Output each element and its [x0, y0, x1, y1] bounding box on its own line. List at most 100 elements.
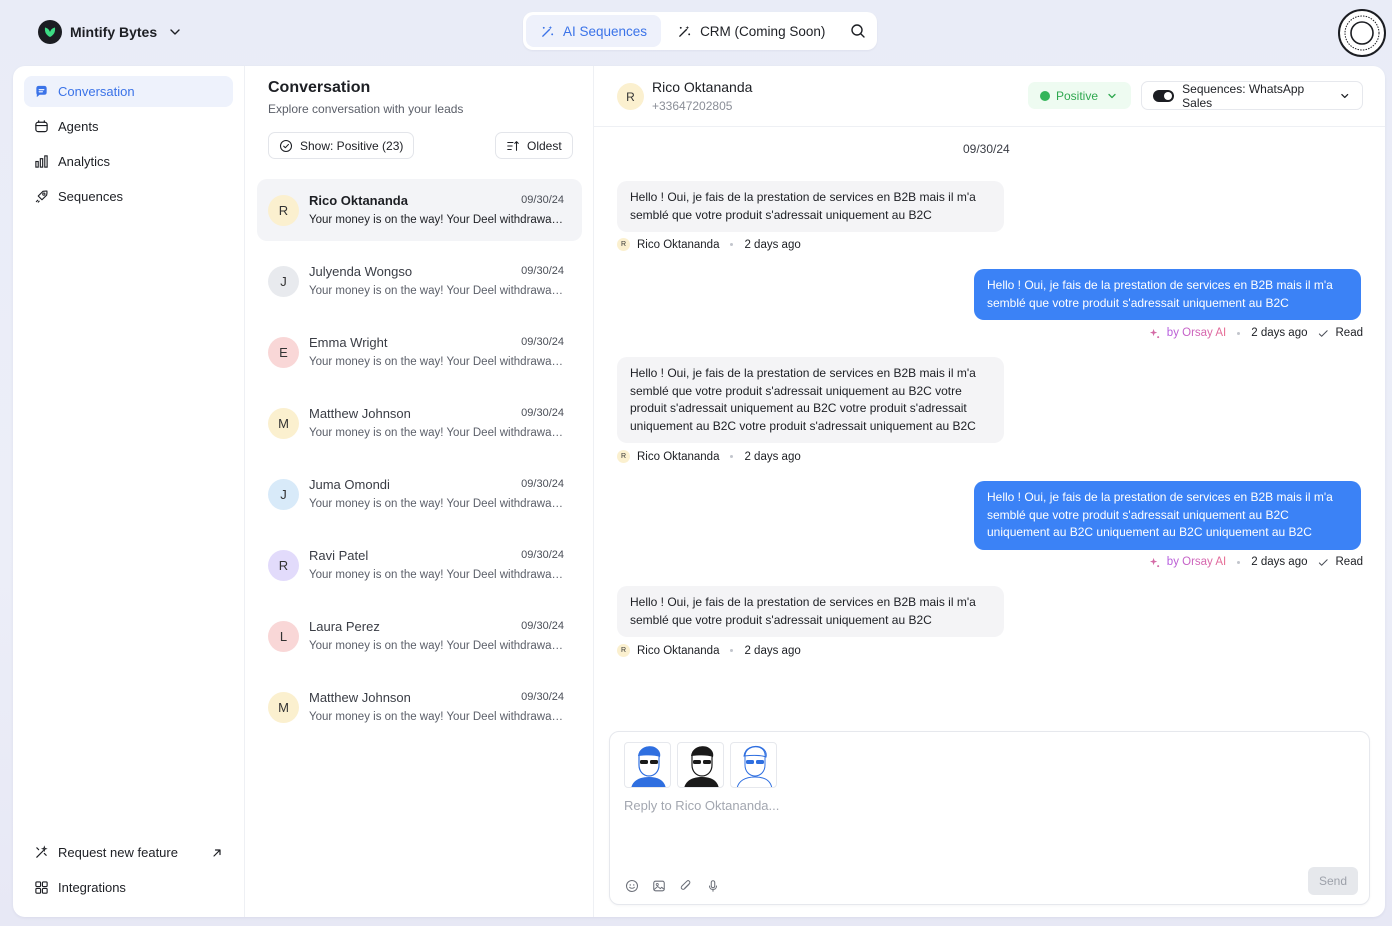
check-circle-icon — [279, 139, 293, 152]
conversation-preview: Your money is on the way! Your Deel with… — [309, 640, 565, 652]
contact-phone: +33647202805 — [652, 99, 733, 113]
conversation-item[interactable]: R Ravi Patel 09/30/24 Your money is on t… — [257, 534, 582, 596]
conversation-item[interactable]: R Rico Oktananda 09/30/24 Your money is … — [257, 179, 582, 241]
conversation-name: Matthew Johnson — [309, 406, 411, 421]
conversation-preview: Your money is on the way! Your Deel with… — [309, 711, 565, 723]
read-check-icon — [1318, 329, 1328, 337]
attachment-icon[interactable] — [679, 879, 693, 893]
conversation-name: Ravi Patel — [309, 548, 369, 563]
sidebar-item-sequences[interactable]: Sequences — [24, 181, 233, 212]
sidebar-item-label: Sequences — [58, 189, 124, 204]
brand-logo-icon — [38, 20, 62, 44]
agent-avatar-black[interactable] — [677, 742, 724, 788]
conversation-item[interactable]: M Matthew Johnson 09/30/24 Your money is… — [257, 676, 582, 738]
image-icon[interactable] — [652, 879, 666, 893]
conversation-item[interactable]: J Julyenda Wongso 09/30/24 Your money is… — [257, 250, 582, 312]
conversation-preview: Your money is on the way! Your Deel with… — [309, 498, 565, 510]
composer-toolbar — [625, 879, 720, 893]
message-bubble-incoming: Hello ! Oui, je fais de la prestation de… — [617, 357, 1004, 443]
status-dot-icon — [1040, 90, 1050, 101]
magic-wand-icon — [679, 25, 691, 37]
avatar: M — [268, 408, 299, 439]
message-meta: R Rico Oktananda 2 days ago — [617, 644, 801, 657]
avatar: R — [617, 450, 630, 463]
conversation-date: 09/30/24 — [521, 691, 564, 703]
conversation-preview: Your money is on the way! Your Deel with… — [309, 285, 565, 297]
conversation-date: 09/30/24 — [521, 549, 564, 561]
emoji-icon[interactable] — [625, 879, 639, 893]
filter-positive-button[interactable]: Show: Positive (23) — [268, 132, 415, 159]
separator-dot — [730, 649, 734, 652]
message-bubble-incoming: Hello ! Oui, je fais de la prestation de… — [617, 586, 1004, 637]
agent-icon — [35, 120, 48, 133]
conversation-item[interactable]: M Matthew Johnson 09/30/24 Your money is… — [257, 392, 582, 454]
conversation-name: Rico Oktananda — [309, 193, 408, 208]
conversation-date: 09/30/24 — [521, 478, 564, 490]
conversation-item[interactable]: J Juma Omondi 09/30/24 Your money is on … — [257, 463, 582, 525]
chevron-down-icon — [1108, 93, 1116, 98]
bar-chart-icon — [35, 155, 48, 168]
tab-ai-sequences[interactable]: AI Sequences — [526, 15, 662, 47]
conversation-name: Julyenda Wongso — [309, 264, 413, 279]
conversation-date: 09/30/24 — [521, 336, 564, 348]
conversation-item[interactable]: L Laura Perez 09/30/24 Your money is on … — [257, 605, 582, 667]
message-bubble-outgoing: Hello ! Oui, je fais de la prestation de… — [974, 481, 1361, 550]
read-check-icon — [1318, 558, 1328, 566]
conversation-preview: Your money is on the way! Your Deel with… — [309, 427, 565, 439]
tab-ai-sequences-label: AI Sequences — [563, 23, 648, 39]
avatar: R — [268, 195, 299, 226]
chevron-down-icon — [170, 29, 180, 35]
message-meta: by Orsay AI 2 days ago Read — [1149, 327, 1363, 339]
lead-status-dropdown[interactable]: Positive — [1028, 82, 1131, 109]
chat-header: R Rico Oktananda +33647202805 Positive S… — [594, 66, 1385, 127]
conversation-item[interactable]: E Emma Wright 09/30/24 Your money is on … — [257, 321, 582, 383]
status-label: Positive — [1056, 88, 1099, 103]
conversation-date: 09/30/24 — [521, 194, 564, 206]
avatar: R — [617, 644, 630, 657]
agent-avatar-outline[interactable] — [730, 742, 777, 788]
conversation-list-subtitle: Explore conversation with your leads — [268, 102, 464, 116]
conversation-name: Matthew Johnson — [309, 690, 411, 705]
sidebar-item-label: Agents — [58, 119, 99, 134]
avatar: R — [268, 550, 299, 581]
tab-crm[interactable]: CRM (Coming Soon) — [663, 15, 839, 47]
message-status: Read — [1335, 327, 1364, 339]
conversation-date: 09/30/24 — [521, 407, 564, 419]
chat-panel: R Rico Oktananda +33647202805 Positive S… — [594, 66, 1385, 917]
search-icon — [851, 24, 865, 38]
sequence-toggle[interactable] — [1153, 89, 1175, 102]
workspace-name: Mintify Bytes — [70, 24, 158, 40]
send-button[interactable]: Send — [1308, 867, 1358, 895]
message-bubble-outgoing: Hello ! Oui, je fais de la prestation de… — [974, 269, 1361, 320]
magic-wand-icon — [542, 25, 554, 37]
conversation-preview: Your money is on the way! Your Deel with… — [309, 569, 565, 581]
message-sender: by Orsay AI — [1166, 556, 1227, 568]
sort-icon — [507, 140, 519, 151]
workspace-switcher[interactable]: Mintify Bytes — [38, 20, 183, 44]
sidebar-item-agents[interactable]: Agents — [24, 111, 233, 142]
reply-input[interactable] — [624, 798, 1324, 813]
conversation-date: 09/30/24 — [521, 620, 564, 632]
microphone-icon[interactable] — [706, 879, 720, 893]
sidebar-item-integrations[interactable]: Integrations — [24, 872, 233, 903]
message-time: 2 days ago — [744, 238, 801, 251]
sidebar-item-conversation[interactable]: Conversation — [24, 76, 233, 107]
sidebar-item-analytics[interactable]: Analytics — [24, 146, 233, 177]
conversation-name: Laura Perez — [309, 619, 380, 634]
feature-request-icon — [36, 845, 48, 858]
conversation-name: Emma Wright — [309, 335, 388, 350]
sidebar-item-request-feature[interactable]: Request new feature — [24, 837, 233, 868]
agent-avatar-blue[interactable] — [624, 742, 671, 788]
conversation-list-panel: Conversation Explore conversation with y… — [245, 66, 594, 917]
message-time: 2 days ago — [744, 644, 801, 657]
message-sender: Rico Oktananda — [637, 238, 720, 251]
sparkle-icon — [1149, 557, 1159, 567]
agent-avatar-picker — [624, 742, 777, 788]
sequence-select[interactable]: Sequences: WhatsApp Sales — [1141, 81, 1363, 110]
avatar: R — [617, 83, 644, 110]
sort-button[interactable]: Oldest — [495, 132, 573, 159]
sidebar-item-label: Request new feature — [58, 845, 178, 860]
search-button[interactable] — [842, 15, 874, 47]
top-navigation: AI Sequences CRM (Coming Soon) — [523, 12, 877, 50]
sidebar: Conversation Agents Analytics Sequences … — [13, 66, 245, 917]
